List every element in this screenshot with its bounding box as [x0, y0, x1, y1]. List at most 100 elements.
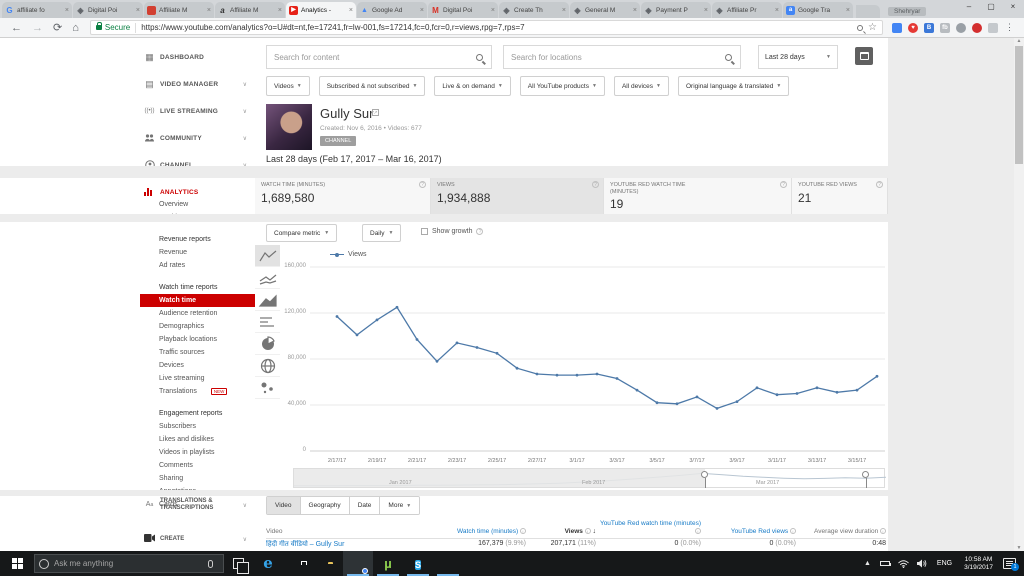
column-header-youtube-red-watch-time-minutes[interactable]: YouTube Red watch time (minutes) i	[596, 520, 701, 535]
stat-tile-watch-time-minutes[interactable]: WATCH TIME (MINUTES)?1,689,580	[255, 178, 431, 214]
sidebar-item-traffic-sources[interactable]: Traffic sources	[140, 346, 255, 359]
report-tab-video[interactable]: Video	[267, 497, 301, 514]
data-point[interactable]	[616, 377, 619, 380]
clock[interactable]: 10:58 AM 3/19/2017	[964, 556, 993, 572]
channel-avatar[interactable]	[266, 104, 312, 150]
range-handle-left[interactable]	[701, 471, 708, 478]
fb-extension-icon[interactable]: fb	[940, 23, 950, 33]
data-point[interactable]	[556, 374, 559, 377]
data-point[interactable]	[856, 389, 859, 392]
sidebar-item-watch-time-reports[interactable]: Watch time reports	[140, 281, 255, 294]
profile-badge[interactable]: Shehryar	[888, 7, 926, 16]
action-center-icon[interactable]: 1	[1003, 558, 1016, 569]
data-point[interactable]	[816, 386, 819, 389]
tab-close-icon[interactable]: ×	[704, 7, 708, 14]
sidebar-item-audience-retention[interactable]: Audience retention	[140, 307, 255, 320]
help-icon[interactable]: ?	[476, 228, 483, 235]
sidebar-item-dashboard[interactable]: ▦ DASHBOARD	[140, 47, 255, 67]
video-title-link[interactable]: हिंदी गीत वीडियो – Gully Sur	[266, 540, 426, 549]
data-point[interactable]	[336, 315, 339, 318]
sidebar-item-demographics[interactable]: Demographics	[140, 320, 255, 333]
browser-tab[interactable]: MDigital Poi×	[428, 2, 498, 18]
info-icon[interactable]: i	[585, 528, 591, 534]
browser-tab[interactable]: ◈Create Th×	[499, 2, 569, 18]
sidebar-item-create[interactable]: CREATE ∨	[140, 534, 255, 544]
heart-extension-icon[interactable]: ♥	[908, 23, 918, 33]
reload-icon[interactable]: ⟳	[53, 19, 62, 37]
tab-close-icon[interactable]: ×	[207, 7, 211, 14]
data-point[interactable]	[636, 389, 639, 392]
stat-tile-youtube-red-views[interactable]: YOUTUBE RED VIEWS?21	[792, 178, 888, 214]
tab-close-icon[interactable]: ×	[420, 7, 424, 14]
file-explorer-taskbar-button[interactable]	[313, 551, 343, 576]
tab-close-icon[interactable]: ×	[136, 7, 140, 14]
sidebar-item-ad-rates[interactable]: Ad rates	[140, 259, 255, 272]
data-point[interactable]	[376, 319, 379, 322]
utorrent-taskbar-button[interactable]: µ	[373, 551, 403, 576]
sidebar-item-comments[interactable]: Comments	[140, 459, 255, 472]
sidebar-item-live-streaming[interactable]: ((•)) LIVE STREAMING ∨	[140, 101, 255, 121]
volume-icon[interactable]	[917, 559, 927, 568]
paint-taskbar-button[interactable]	[433, 551, 463, 576]
range-handle-right[interactable]	[862, 471, 869, 478]
grey-ball-extension-icon[interactable]	[956, 23, 966, 33]
compare-metric-dropdown[interactable]: Compare metric ▼	[266, 224, 337, 242]
tab-close-icon[interactable]: ×	[562, 7, 566, 14]
data-point[interactable]	[496, 352, 499, 355]
data-point[interactable]	[396, 306, 399, 309]
tray-expand-icon[interactable]: ▲	[864, 560, 871, 567]
column-header-youtube-red-views[interactable]: YouTube Red views i	[701, 528, 796, 536]
translate-extension-icon[interactable]	[892, 23, 902, 33]
column-header-watch-time-minutes[interactable]: Watch time (minutes) i	[426, 528, 526, 536]
browser-tab[interactable]: Gaffiliate fo×	[2, 2, 72, 18]
sidebar-item-translations[interactable]: TranslationsNEW	[140, 385, 255, 398]
sidebar-item-community[interactable]: COMMUNITY ∨	[140, 128, 255, 148]
date-range-dropdown[interactable]: Last 28 days ▼	[758, 45, 838, 69]
data-point[interactable]	[716, 407, 719, 410]
browser-tab[interactable]: ▶Analytics -×	[286, 2, 356, 18]
column-header-views[interactable]: Views i ↓	[526, 528, 596, 536]
data-point[interactable]	[776, 393, 779, 396]
table-row[interactable]: हिंदी गीत वीडियो – Gully Sur 167,379 (9.…	[266, 540, 886, 549]
browser-tab[interactable]: ◈Digital Poi×	[73, 2, 143, 18]
filter-chip-subscribed-not-subscribed[interactable]: Subscribed & not subscribed▼	[319, 76, 426, 96]
tab-close-icon[interactable]: ×	[846, 7, 850, 14]
tab-close-icon[interactable]: ×	[633, 7, 637, 14]
browser-tab[interactable]: ◈Payment P×	[641, 2, 711, 18]
data-point[interactable]	[536, 373, 539, 376]
forward-icon[interactable]: →	[32, 19, 43, 37]
sidebar-item-videos-in-playlists[interactable]: Videos in playlists	[140, 446, 255, 459]
browser-tab[interactable]: ◈General M×	[570, 2, 640, 18]
report-tab-more[interactable]: More▼	[380, 497, 419, 514]
time-range-selector[interactable]: Jan 2017 Feb 2017 Mar 2017	[293, 468, 885, 488]
blue-extension-icon[interactable]: B	[924, 23, 934, 33]
data-point[interactable]	[656, 401, 659, 404]
report-tab-geography[interactable]: Geography	[301, 497, 350, 514]
tab-close-icon[interactable]: ×	[775, 7, 779, 14]
calendar-button[interactable]	[855, 47, 873, 65]
browser-tab[interactable]: ▲Google Ad×	[357, 2, 427, 18]
browser-menu-icon[interactable]: ⋮	[1005, 22, 1014, 33]
help-icon[interactable]: ?	[780, 181, 787, 188]
scrollbar-thumb[interactable]	[1015, 46, 1023, 164]
data-point[interactable]	[596, 373, 599, 376]
filter-chip-all-youtube-products[interactable]: All YouTube products▼	[520, 76, 605, 96]
data-point[interactable]	[736, 400, 739, 403]
data-point[interactable]	[356, 334, 359, 337]
data-point[interactable]	[676, 402, 679, 405]
browser-tab[interactable]: ◈Affiliate Pr×	[712, 2, 782, 18]
filter-chip-original-language-translated[interactable]: Original language & translated▼	[678, 76, 789, 96]
scroll-up-icon[interactable]: ▲	[1014, 38, 1024, 44]
store-taskbar-button[interactable]	[283, 551, 313, 576]
tab-close-icon[interactable]: ×	[491, 7, 495, 14]
data-point[interactable]	[456, 342, 459, 345]
report-tab-date[interactable]: Date	[350, 497, 381, 514]
sidebar-item-playback-locations[interactable]: Playback locations	[140, 333, 255, 346]
sidebar-item-subscribers[interactable]: Subscribers	[140, 420, 255, 433]
cortana-search-input[interactable]	[54, 559, 202, 568]
microphone-icon[interactable]	[208, 560, 213, 568]
help-icon[interactable]: ?	[876, 181, 883, 188]
content-search-input[interactable]	[267, 53, 476, 62]
sidebar-item-revenue[interactable]: Revenue	[140, 246, 255, 259]
chrome-taskbar-button[interactable]	[343, 551, 373, 576]
